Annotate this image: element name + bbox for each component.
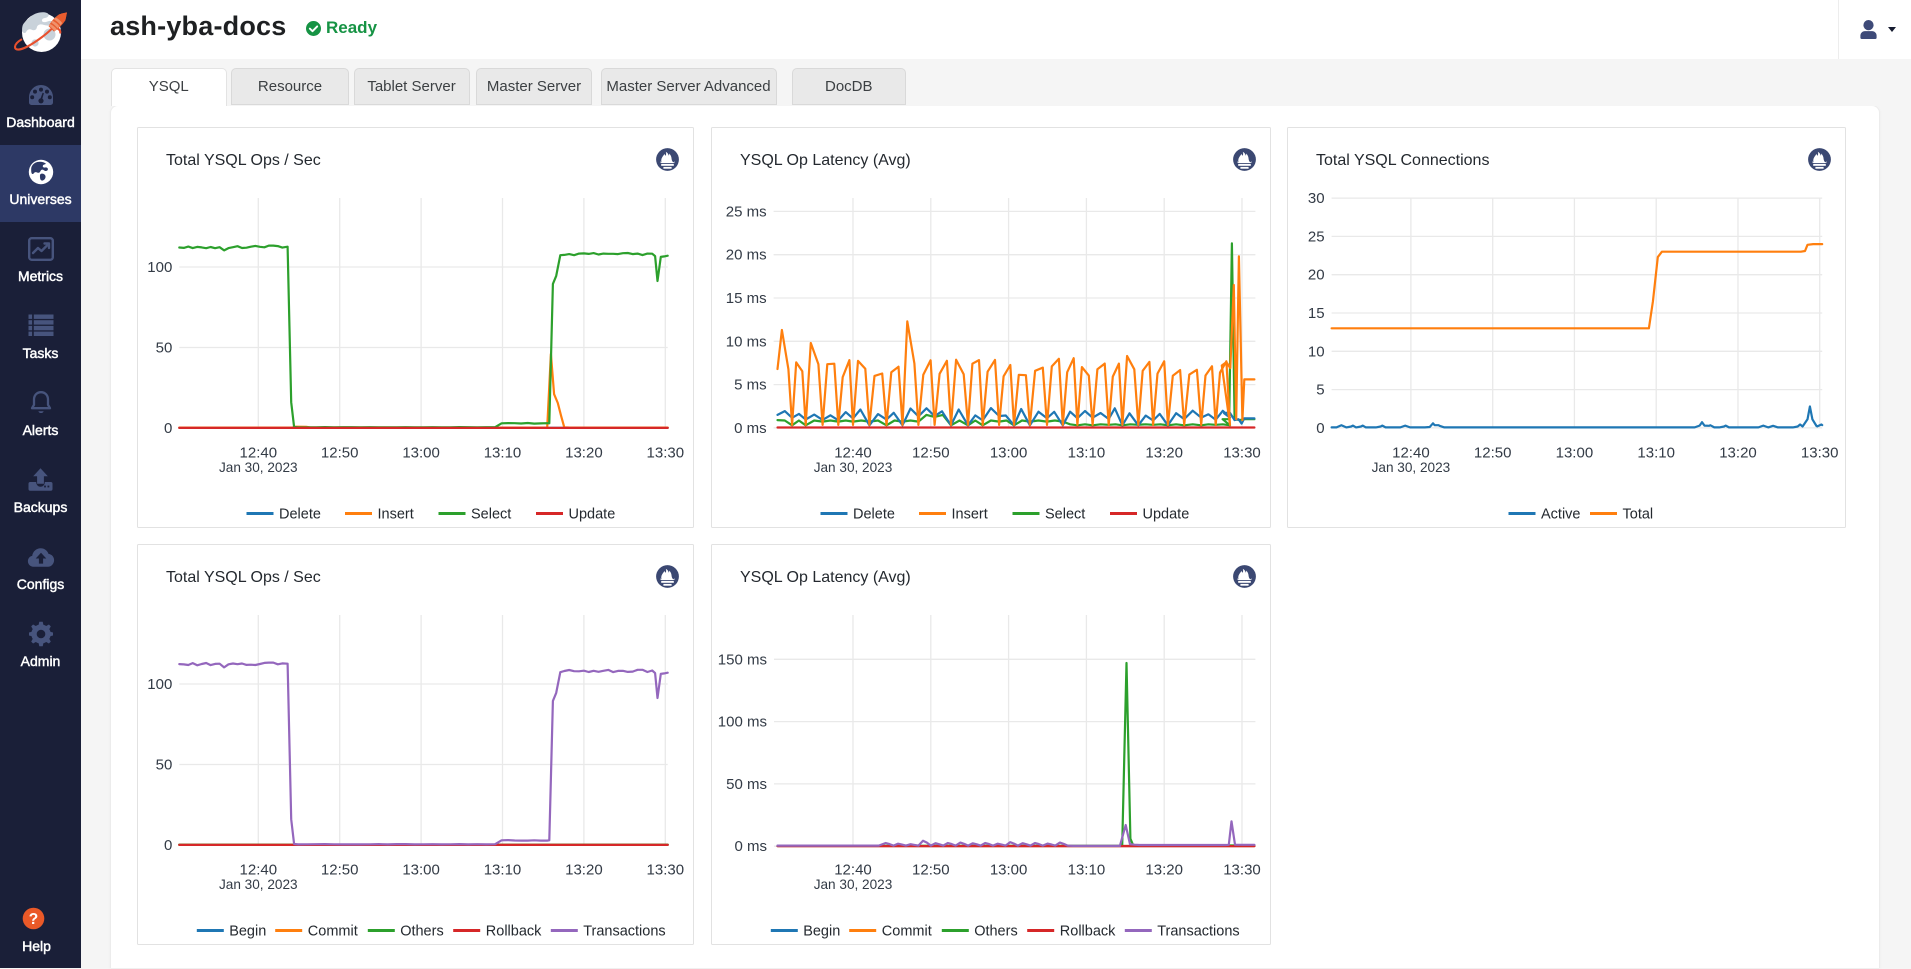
svg-text:13:30: 13:30 (1801, 445, 1839, 462)
svg-text:Update: Update (569, 507, 616, 523)
svg-text:12:40: 12:40 (240, 862, 278, 879)
svg-text:15 ms: 15 ms (726, 290, 767, 307)
svg-text:Begin: Begin (803, 924, 840, 940)
svg-text:Commit: Commit (882, 924, 932, 940)
svg-text:150 ms: 150 ms (718, 651, 767, 668)
svg-text:13:20: 13:20 (1145, 445, 1183, 462)
svg-text:13:10: 13:10 (484, 445, 522, 462)
svg-text:Jan 30, 2023: Jan 30, 2023 (219, 460, 298, 475)
svg-text:Transactions: Transactions (1157, 924, 1239, 940)
svg-text:13:30: 13:30 (1223, 862, 1261, 879)
svg-text:12:40: 12:40 (834, 862, 872, 879)
svg-text:13:00: 13:00 (402, 445, 440, 462)
svg-text:Jan 30, 2023: Jan 30, 2023 (814, 877, 893, 892)
svg-text:Insert: Insert (952, 507, 988, 523)
svg-text:20 ms: 20 ms (726, 247, 767, 264)
svg-text:12:50: 12:50 (912, 862, 950, 879)
svg-text:50 ms: 50 ms (726, 776, 767, 793)
svg-text:13:00: 13:00 (402, 862, 440, 879)
svg-text:Active: Active (1541, 507, 1581, 523)
svg-text:Jan 30, 2023: Jan 30, 2023 (219, 877, 298, 892)
svg-text:5: 5 (1316, 382, 1324, 399)
svg-text:12:40: 12:40 (1392, 445, 1430, 462)
svg-text:13:20: 13:20 (565, 445, 603, 462)
svg-text:30: 30 (1308, 190, 1325, 207)
svg-text:12:40: 12:40 (240, 445, 278, 462)
svg-text:0 ms: 0 ms (734, 420, 767, 437)
svg-text:13:10: 13:10 (484, 862, 522, 879)
svg-text:Update: Update (1143, 507, 1190, 523)
svg-text:100: 100 (147, 676, 172, 693)
svg-text:Rollback: Rollback (486, 924, 542, 940)
svg-text:20: 20 (1308, 267, 1325, 284)
svg-text:YSQL Op Latency (Avg): YSQL Op Latency (Avg) (740, 569, 911, 586)
svg-text:Commit: Commit (308, 924, 358, 940)
svg-text:Select: Select (471, 507, 511, 523)
svg-text:10: 10 (1308, 343, 1325, 360)
svg-text:13:00: 13:00 (1556, 445, 1594, 462)
svg-text:12:50: 12:50 (321, 445, 359, 462)
svg-text:Select: Select (1045, 507, 1085, 523)
svg-text:0: 0 (1316, 420, 1324, 437)
svg-text:0: 0 (164, 420, 172, 437)
svg-text:Total: Total (1623, 507, 1654, 523)
svg-text:Total YSQL Connections: Total YSQL Connections (1316, 152, 1489, 169)
svg-text:0: 0 (164, 837, 172, 854)
svg-text:Delete: Delete (853, 507, 895, 523)
svg-text:13:00: 13:00 (990, 445, 1028, 462)
svg-text:YSQL Op Latency (Avg): YSQL Op Latency (Avg) (740, 152, 911, 169)
svg-text:13:00: 13:00 (990, 862, 1028, 879)
svg-text:13:30: 13:30 (647, 445, 685, 462)
svg-text:50: 50 (156, 757, 173, 774)
svg-text:15: 15 (1308, 305, 1325, 322)
svg-text:12:50: 12:50 (912, 445, 950, 462)
svg-text:Delete: Delete (279, 507, 321, 523)
svg-text:Others: Others (974, 924, 1018, 940)
svg-text:13:30: 13:30 (1223, 445, 1261, 462)
svg-text:13:10: 13:10 (1637, 445, 1675, 462)
svg-text:10 ms: 10 ms (726, 333, 767, 350)
svg-text:100 ms: 100 ms (718, 714, 767, 731)
svg-text:5 ms: 5 ms (734, 377, 767, 394)
svg-text:13:20: 13:20 (1145, 862, 1183, 879)
svg-text:12:50: 12:50 (321, 862, 359, 879)
svg-text:13:20: 13:20 (1719, 445, 1757, 462)
svg-text:?: ? (28, 911, 37, 928)
svg-text:0 ms: 0 ms (734, 838, 767, 855)
svg-text:13:20: 13:20 (565, 862, 603, 879)
svg-text:Others: Others (400, 924, 444, 940)
svg-text:100: 100 (147, 259, 172, 276)
svg-text:Begin: Begin (229, 924, 266, 940)
svg-text:25: 25 (1308, 228, 1325, 245)
svg-text:13:30: 13:30 (647, 862, 685, 879)
svg-text:25 ms: 25 ms (726, 203, 767, 220)
svg-text:Jan 30, 2023: Jan 30, 2023 (814, 460, 893, 475)
svg-text:Total YSQL Ops / Sec: Total YSQL Ops / Sec (166, 569, 321, 586)
svg-text:Jan 30, 2023: Jan 30, 2023 (1372, 460, 1451, 475)
svg-text:13:10: 13:10 (1068, 862, 1106, 879)
svg-text:Transactions: Transactions (583, 924, 665, 940)
svg-text:Total YSQL Ops / Sec: Total YSQL Ops / Sec (166, 152, 321, 169)
svg-text:Rollback: Rollback (1060, 924, 1116, 940)
svg-text:13:10: 13:10 (1068, 445, 1106, 462)
svg-text:50: 50 (156, 340, 173, 357)
svg-text:12:40: 12:40 (834, 445, 872, 462)
svg-text:12:50: 12:50 (1474, 445, 1512, 462)
svg-text:Insert: Insert (378, 507, 414, 523)
